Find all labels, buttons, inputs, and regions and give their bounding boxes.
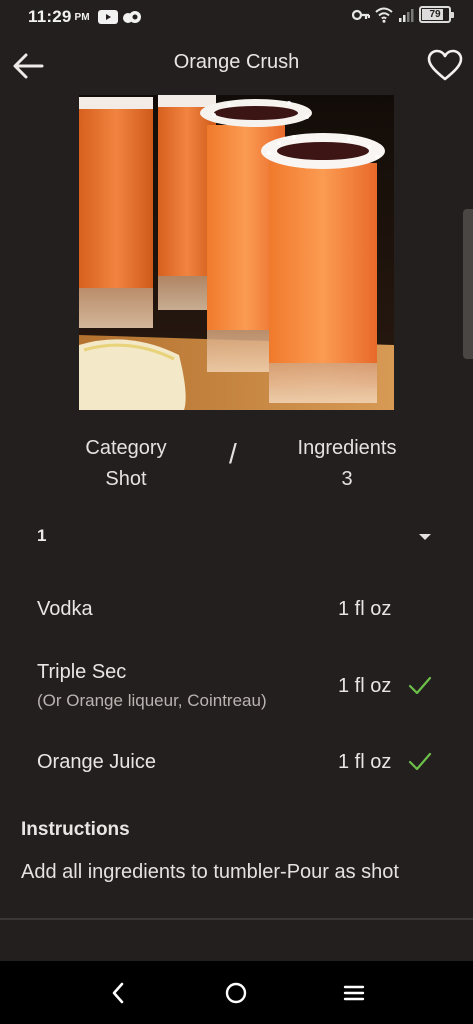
check-icon bbox=[408, 676, 432, 695]
category-label: Category bbox=[85, 437, 167, 459]
nav-back-icon bbox=[112, 982, 124, 1004]
summary-separator: / bbox=[229, 438, 237, 469]
system-nav-bar bbox=[0, 961, 473, 1024]
battery-level: 79 bbox=[429, 9, 441, 20]
favorite-button[interactable] bbox=[421, 44, 469, 86]
status-bar: 11:29 PM 79 bbox=[0, 0, 473, 34]
ingredient-name: Triple Sec bbox=[37, 661, 127, 683]
ingredients-count-value: 3 bbox=[341, 468, 353, 490]
notification-icons bbox=[97, 10, 142, 24]
page-title: Orange Crush bbox=[173, 51, 300, 73]
ingredient-row: Orange Juice 1 fl oz bbox=[0, 750, 473, 780]
nav-back-button[interactable] bbox=[98, 975, 138, 1011]
check-icon bbox=[408, 752, 432, 771]
dropdown-caret-icon bbox=[419, 534, 431, 540]
ingredient-amount: 1 fl oz bbox=[338, 675, 392, 697]
nav-home-icon bbox=[225, 982, 247, 1004]
status-ampm: PM bbox=[74, 11, 90, 23]
ingredient-note: (Or Orange liqueur, Cointreau) bbox=[37, 691, 267, 710]
ingredient-row: Triple Sec (Or Orange liqueur, Cointreau… bbox=[0, 660, 473, 716]
heart-outline-icon bbox=[427, 49, 463, 81]
serving-size-value: 1 bbox=[37, 526, 47, 545]
nav-menu-icon bbox=[343, 985, 365, 1001]
instructions-heading: Instructions bbox=[21, 819, 130, 840]
key-icon bbox=[352, 9, 370, 20]
cocktail-photo bbox=[79, 95, 394, 410]
app-bar: Orange Crush bbox=[0, 34, 473, 94]
signal-icon bbox=[399, 8, 414, 22]
wifi-icon bbox=[375, 7, 393, 23]
serving-size-dropdown[interactable]: 1 bbox=[0, 516, 473, 556]
section-divider bbox=[0, 918, 473, 920]
ingredient-amount: 1 fl oz bbox=[338, 751, 392, 773]
ingredient-name: Vodka bbox=[37, 598, 93, 620]
back-button[interactable] bbox=[8, 46, 48, 86]
scroll-handle[interactable] bbox=[463, 209, 473, 359]
category-value: Shot bbox=[105, 468, 147, 490]
arrow-left-icon bbox=[13, 53, 44, 79]
ingredient-name: Orange Juice bbox=[37, 751, 156, 773]
ingredient-amount: 1 fl oz bbox=[338, 598, 392, 620]
status-time: 11:29 bbox=[28, 7, 72, 26]
ingredients-count-label: Ingredients bbox=[297, 437, 397, 459]
youtube-icon bbox=[97, 10, 118, 24]
instructions-text: Add all ingredients to tumbler-Pour as s… bbox=[21, 861, 399, 883]
ingredient-row: Vodka 1 fl oz bbox=[0, 597, 473, 627]
nav-home-button[interactable] bbox=[216, 975, 256, 1011]
battery-icon: 79 bbox=[419, 6, 454, 23]
cloud-sync-icon bbox=[122, 11, 141, 23]
nav-recents-button[interactable] bbox=[334, 975, 374, 1011]
